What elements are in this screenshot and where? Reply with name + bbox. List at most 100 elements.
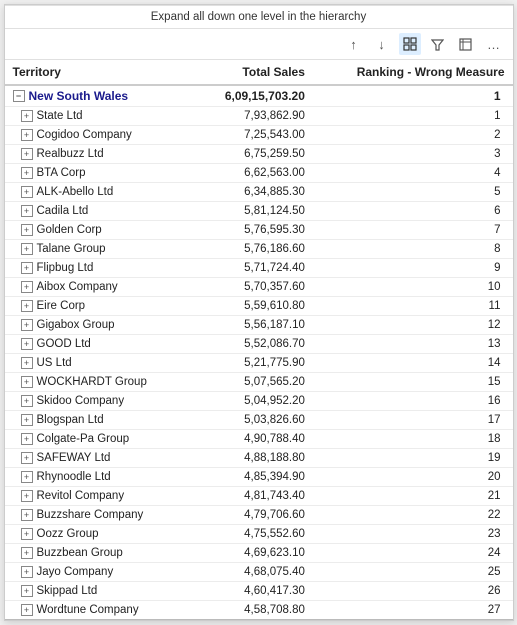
- territory-label: Cogidoo Company: [37, 129, 132, 141]
- table-row: + Wordtune Company 4,58,708.8027: [5, 601, 513, 621]
- row-expand-icon[interactable]: +: [21, 186, 33, 198]
- territory-label: Colgate-Pa Group: [37, 433, 130, 445]
- sales-cell: 4,60,417.30: [188, 582, 313, 601]
- territory-label: Buzzshare Company: [37, 509, 144, 521]
- territory-label: State Ltd: [37, 110, 83, 122]
- territory-cell: + Skippad Ltd: [5, 582, 188, 601]
- row-expand-icon[interactable]: +: [21, 433, 33, 445]
- col-header-sales[interactable]: Total Sales: [188, 60, 313, 85]
- territory-label: Aibox Company: [37, 281, 118, 293]
- territory-cell: + Gigabox Group: [5, 316, 188, 335]
- territory-cell: + Skidoo Company: [5, 392, 188, 411]
- sales-cell: 4,68,075.40: [188, 563, 313, 582]
- ranking-cell: 19: [313, 449, 513, 468]
- row-expand-icon[interactable]: +: [21, 604, 33, 616]
- sales-cell: 5,76,595.30: [188, 221, 313, 240]
- row-expand-icon[interactable]: +: [21, 357, 33, 369]
- row-expand-icon[interactable]: +: [21, 585, 33, 597]
- filter-icon: [431, 38, 444, 51]
- territory-cell: + Buzzshare Company: [5, 506, 188, 525]
- row-expand-icon[interactable]: +: [21, 509, 33, 521]
- row-expand-icon[interactable]: +: [21, 300, 33, 312]
- toolbar: ↑ ↓ …: [5, 29, 513, 60]
- sales-cell: 5,52,086.70: [188, 335, 313, 354]
- ranking-cell: 10: [313, 278, 513, 297]
- row-expand-icon[interactable]: +: [21, 395, 33, 407]
- table-row: + Revitol Company 4,81,743.4021: [5, 487, 513, 506]
- table-row: + Cadila Ltd 5,81,124.506: [5, 202, 513, 221]
- territory-label: Realbuzz Ltd: [37, 148, 104, 160]
- row-expand-icon[interactable]: +: [21, 547, 33, 559]
- ranking-cell: 1: [313, 107, 513, 126]
- ranking-cell: 3: [313, 145, 513, 164]
- ranking-cell: 23: [313, 525, 513, 544]
- table-row: + Realbuzz Ltd 6,75,259.503: [5, 145, 513, 164]
- row-expand-icon[interactable]: +: [21, 224, 33, 236]
- sales-cell: 4,58,708.80: [188, 601, 313, 621]
- row-expand-icon[interactable]: +: [21, 414, 33, 426]
- row-expand-icon[interactable]: +: [21, 129, 33, 141]
- table-row: + WOCKHARDT Group 5,07,565.2015: [5, 373, 513, 392]
- sales-cell: 6,75,259.50: [188, 145, 313, 164]
- row-expand-icon[interactable]: +: [21, 566, 33, 578]
- row-expand-icon[interactable]: +: [21, 281, 33, 293]
- expand-button[interactable]: [399, 33, 421, 55]
- ranking-cell: 27: [313, 601, 513, 621]
- row-expand-icon[interactable]: +: [21, 471, 33, 483]
- sales-cell: 4,88,188.80: [188, 449, 313, 468]
- row-expand-icon[interactable]: +: [21, 205, 33, 217]
- sales-cell: 6,34,885.30: [188, 183, 313, 202]
- ranking-cell: 20: [313, 468, 513, 487]
- row-expand-icon[interactable]: +: [21, 376, 33, 388]
- row-expand-icon[interactable]: +: [21, 148, 33, 160]
- ranking-cell: 11: [313, 297, 513, 316]
- visual-button[interactable]: [455, 33, 477, 55]
- row-expand-icon[interactable]: +: [21, 110, 33, 122]
- main-container: Expand all down one level in the hierarc…: [4, 4, 514, 621]
- territory-label: Rhynoodle Ltd: [37, 471, 111, 483]
- sales-cell: 7,93,862.90: [188, 107, 313, 126]
- territory-cell: + ALK-Abello Ltd: [5, 183, 188, 202]
- table-row: + Skippad Ltd 4,60,417.3026: [5, 582, 513, 601]
- ranking-cell: 22: [313, 506, 513, 525]
- row-expand-icon[interactable]: +: [21, 490, 33, 502]
- ranking-cell: 5: [313, 183, 513, 202]
- ranking-cell: 15: [313, 373, 513, 392]
- sales-cell: 6,62,563.00: [188, 164, 313, 183]
- territory-cell: + Blogspan Ltd: [5, 411, 188, 430]
- nsw-expand-icon[interactable]: −: [13, 90, 25, 102]
- sales-cell: 5,70,357.60: [188, 278, 313, 297]
- col-header-territory[interactable]: Territory: [5, 60, 188, 85]
- more-button[interactable]: …: [483, 33, 505, 55]
- row-expand-icon[interactable]: +: [21, 243, 33, 255]
- territory-cell: + WOCKHARDT Group: [5, 373, 188, 392]
- table-row: + BTA Corp 6,62,563.004: [5, 164, 513, 183]
- sort-down-button[interactable]: ↓: [371, 33, 393, 55]
- territory-cell: + Cadila Ltd: [5, 202, 188, 221]
- nsw-territory-label: New South Wales: [29, 89, 129, 103]
- sort-up-button[interactable]: ↑: [343, 33, 365, 55]
- col-header-ranking[interactable]: Ranking - Wrong Measure: [313, 60, 513, 85]
- row-expand-icon[interactable]: +: [21, 167, 33, 179]
- filter-button[interactable]: [427, 33, 449, 55]
- territory-cell: + Rhynoodle Ltd: [5, 468, 188, 487]
- sales-cell: 5,71,724.40: [188, 259, 313, 278]
- table-row: + Jayo Company 4,68,075.4025: [5, 563, 513, 582]
- table-row: + Colgate-Pa Group 4,90,788.4018: [5, 430, 513, 449]
- territory-label: Talane Group: [37, 243, 106, 255]
- territory-label: Golden Corp: [37, 224, 102, 236]
- row-expand-icon[interactable]: +: [21, 262, 33, 274]
- nsw-ranking: 1: [313, 85, 513, 107]
- row-expand-icon[interactable]: +: [21, 528, 33, 540]
- territory-label: Buzzbean Group: [37, 547, 123, 559]
- data-table-wrapper[interactable]: Territory Total Sales Ranking - Wrong Me…: [5, 60, 513, 620]
- table-row: + Aibox Company 5,70,357.6010: [5, 278, 513, 297]
- table-row: + Talane Group 5,76,186.608: [5, 240, 513, 259]
- nsw-sales: 6,09,15,703.20: [188, 85, 313, 107]
- table-row: + Buzzshare Company 4,79,706.6022: [5, 506, 513, 525]
- row-expand-icon[interactable]: +: [21, 338, 33, 350]
- table-row: + Flipbug Ltd 5,71,724.409: [5, 259, 513, 278]
- table-row: + SAFEWAY Ltd 4,88,188.8019: [5, 449, 513, 468]
- row-expand-icon[interactable]: +: [21, 452, 33, 464]
- row-expand-icon[interactable]: +: [21, 319, 33, 331]
